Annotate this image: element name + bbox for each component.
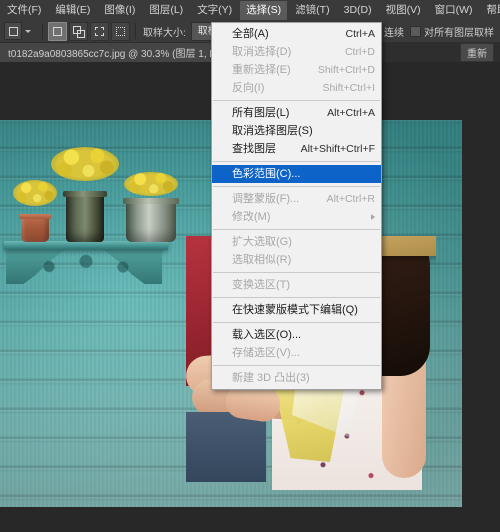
- menu-separator: [213, 322, 380, 323]
- menu-item-label: 变换选区(T): [232, 279, 291, 291]
- menu-item-edit-in-quick-mask-mode[interactable]: 在快速蒙版模式下编辑(Q): [212, 301, 381, 319]
- menu-item-save-selection[interactable]: 存储选区(V)...: [212, 344, 381, 362]
- magic-wand-tool-icon[interactable]: [4, 22, 22, 40]
- menu-item-modify[interactable]: 修改(M): [212, 208, 381, 226]
- menu-item-label: 在快速蒙版模式下编辑(Q): [232, 304, 358, 316]
- menu-item-shortcut: Alt+Ctrl+R: [326, 193, 375, 205]
- menu-help[interactable]: 帮助(H): [481, 1, 500, 20]
- submenu-arrow-icon: [371, 214, 375, 220]
- select-dropdown-menu[interactable]: 全部(A) Ctrl+A 取消选择(D) Ctrl+D 重新选择(E) Shif…: [211, 22, 382, 390]
- menu-item-label: 新建 3D 凸出(3): [232, 372, 310, 384]
- menu-edit[interactable]: 编辑(E): [49, 1, 96, 20]
- menu-item-label: 调整蒙版(F)...: [232, 193, 300, 205]
- galvanized-bucket: [123, 198, 179, 242]
- menu-item-all-layers[interactable]: 所有图层(L) Alt+Ctrl+A: [212, 104, 381, 122]
- document-tab[interactable]: t0182a9a0803865cc7c.jpg @ 30.3% (图层 1, R…: [0, 42, 242, 62]
- subtract-from-selection-button[interactable]: [90, 21, 109, 41]
- menu-separator: [213, 272, 380, 273]
- menu-item-label: 反向(I): [232, 82, 265, 94]
- divider: [42, 23, 43, 39]
- intersect-with-selection-button[interactable]: [111, 21, 130, 41]
- menu-layer[interactable]: 图层(L): [143, 1, 189, 20]
- contiguous-label: 连续: [384, 27, 404, 39]
- yellow-flowers: [51, 147, 119, 181]
- terracotta-pot: [19, 214, 51, 242]
- menu-item-refine-mask[interactable]: 调整蒙版(F)... Alt+Ctrl+R: [212, 190, 381, 208]
- menu-image[interactable]: 图像(I): [98, 1, 141, 20]
- menu-item-new-3d-extrusion[interactable]: 新建 3D 凸出(3): [212, 369, 381, 387]
- menu-item-label: 存储选区(V)...: [232, 347, 300, 359]
- yellow-flowers: [124, 172, 178, 196]
- shelf-scrollwork: [20, 251, 152, 277]
- menu-item-grow[interactable]: 扩大选取(G): [212, 233, 381, 251]
- potted-plant-right: [120, 172, 182, 242]
- menu-item-color-range[interactable]: 色彩范围(C)...: [212, 165, 381, 183]
- menu-item-select-all[interactable]: 全部(A) Ctrl+A: [212, 25, 381, 43]
- tool-preset-chevron-down-icon[interactable]: [25, 29, 31, 33]
- menu-item-shortcut: Alt+Ctrl+A: [327, 107, 375, 119]
- menu-view[interactable]: 视图(V): [380, 1, 427, 20]
- menu-item-shortcut: Ctrl+A: [345, 28, 375, 40]
- menu-item-label: 色彩范围(C)...: [232, 168, 301, 180]
- new-selection-button[interactable]: [48, 21, 67, 41]
- sample-size-label: 取样大小:: [143, 27, 186, 39]
- menu-separator: [213, 365, 380, 366]
- menu-item-similar[interactable]: 选取相似(R): [212, 251, 381, 269]
- menu-bar: 文件(F) 编辑(E) 图像(I) 图层(L) 文字(Y) 选择(S) 滤镜(T…: [0, 0, 500, 21]
- menu-separator: [213, 100, 380, 101]
- photoshop-window: 文件(F) 编辑(E) 图像(I) 图层(L) 文字(Y) 选择(S) 滤镜(T…: [0, 0, 500, 532]
- menu-item-label: 全部(A): [232, 28, 269, 40]
- menu-separator: [213, 186, 380, 187]
- menu-item-label: 查找图层: [232, 143, 276, 155]
- menu-item-label: 修改(M): [232, 211, 271, 223]
- menu-item-deselect-layers[interactable]: 取消选择图层(S): [212, 122, 381, 140]
- menu-item-transform-selection[interactable]: 变换选区(T): [212, 276, 381, 294]
- menu-item-load-selection[interactable]: 载入选区(O)...: [212, 326, 381, 344]
- sample-all-layers-checkbox[interactable]: 对所有图层取样: [410, 24, 494, 39]
- dark-metal-pot: [63, 191, 107, 242]
- menu-item-label: 扩大选取(G): [232, 236, 292, 248]
- menu-separator: [213, 161, 380, 162]
- menu-item-inverse[interactable]: 反向(I) Shift+Ctrl+I: [212, 79, 381, 97]
- menu-item-reselect[interactable]: 重新选择(E) Shift+Ctrl+D: [212, 61, 381, 79]
- menu-file[interactable]: 文件(F): [1, 1, 47, 20]
- sample-all-layers-label: 对所有图层取样: [424, 27, 494, 39]
- potted-plant-center: [50, 147, 120, 242]
- menu-filter[interactable]: 滤镜(T): [289, 1, 335, 20]
- menu-item-label: 所有图层(L): [232, 107, 290, 119]
- menu-3d[interactable]: 3D(D): [338, 1, 378, 20]
- menu-item-label: 载入选区(O)...: [232, 329, 302, 341]
- menu-window[interactable]: 窗口(W): [429, 1, 479, 20]
- menu-item-shortcut: Shift+Ctrl+D: [317, 64, 375, 76]
- menu-item-label: 取消选择(D): [232, 46, 292, 58]
- menu-item-deselect[interactable]: 取消选择(D) Ctrl+D: [212, 43, 381, 61]
- selection-mode-group: [48, 21, 130, 41]
- menu-item-find-layers[interactable]: 查找图层 Alt+Shift+Ctrl+F: [212, 140, 381, 158]
- refresh-button[interactable]: 重新: [460, 42, 494, 62]
- menu-separator: [213, 297, 380, 298]
- menu-item-shortcut: Alt+Shift+Ctrl+F: [300, 143, 375, 155]
- add-to-selection-button[interactable]: [69, 21, 88, 41]
- menu-item-label: 重新选择(E): [232, 64, 291, 76]
- menu-item-label: 选取相似(R): [232, 254, 292, 266]
- wooden-shelf: [4, 241, 168, 250]
- menu-select[interactable]: 选择(S): [240, 0, 288, 20]
- menu-type[interactable]: 文字(Y): [191, 1, 238, 20]
- sample-all-layers-checkmark-icon: [410, 25, 421, 37]
- menu-item-label: 取消选择图层(S): [232, 125, 313, 137]
- divider: [135, 23, 136, 39]
- menu-item-shortcut: Ctrl+D: [344, 46, 375, 58]
- menu-separator: [213, 229, 380, 230]
- menu-item-shortcut: Shift+Ctrl+I: [322, 82, 375, 94]
